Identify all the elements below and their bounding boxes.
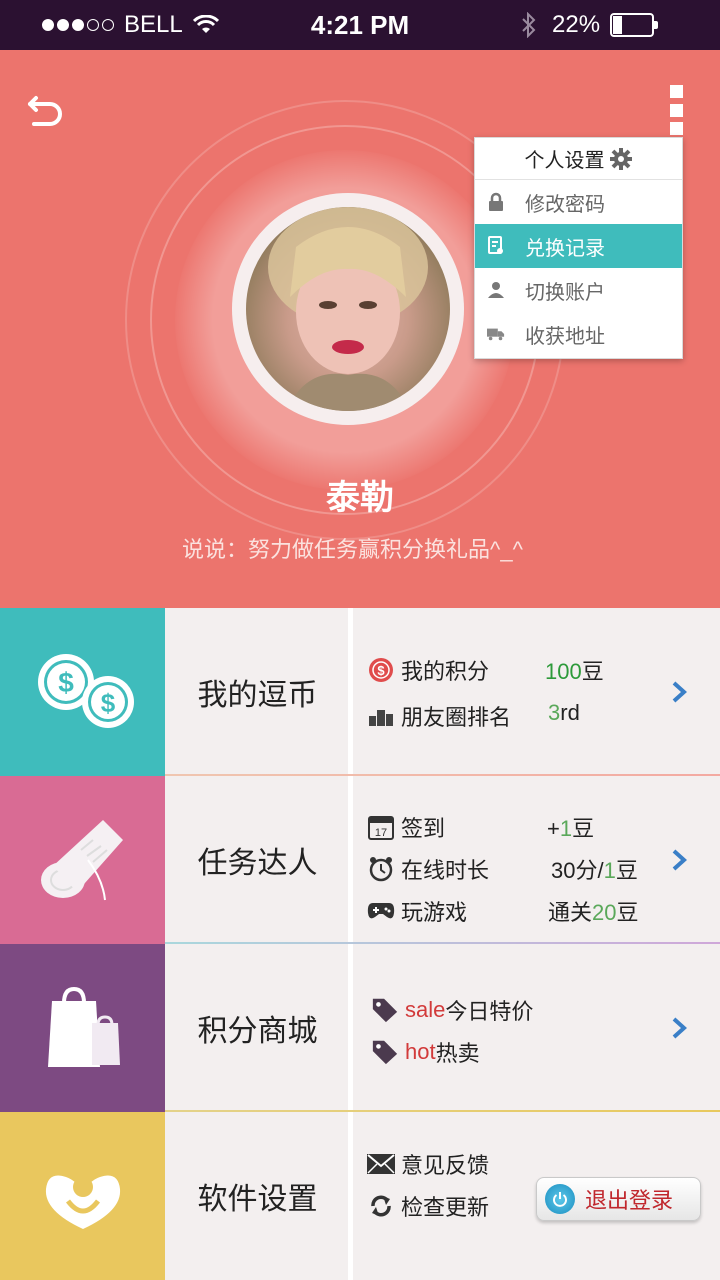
mall-title[interactable]: 积分商城 — [165, 944, 350, 1112]
heart-leaf-icon — [45, 1175, 120, 1229]
user-motto: 说说：努力做任务赢积分换礼品^_^ — [182, 537, 523, 562]
calendar-icon: 17 — [367, 814, 395, 840]
power-icon — [545, 1184, 575, 1214]
gear-icon — [609, 147, 632, 170]
menu-item-shipping-address[interactable]: 收获地址 — [475, 312, 682, 356]
tasks-tile[interactable] — [0, 776, 165, 944]
row-settings: 软件设置 意见反馈 检查更新 退出登录 — [0, 1112, 720, 1280]
svg-text:$: $ — [377, 663, 385, 678]
lock-icon — [487, 192, 505, 212]
dropdown-title: 个人设置 — [524, 150, 605, 172]
svg-text:$: $ — [100, 688, 115, 718]
record-icon — [487, 236, 505, 256]
price-tag-icon — [371, 997, 399, 1023]
more-vertical-icon[interactable] — [670, 85, 686, 135]
chevron-right-icon[interactable] — [669, 680, 689, 704]
shopping-bag-icon — [47, 986, 120, 1067]
chevron-right-icon[interactable] — [669, 848, 689, 872]
bluetooth-icon — [522, 12, 536, 38]
username: 泰勒 — [326, 479, 394, 517]
tasks-title[interactable]: 任务达人 — [165, 776, 350, 944]
chevron-right-icon[interactable] — [669, 1016, 689, 1040]
dollar-badge-icon: $ — [367, 657, 395, 683]
battery-icon — [610, 13, 658, 37]
coins-info[interactable]: $ 我的积分 100豆 朋友圈排名 3rd — [353, 608, 720, 776]
points-value: 100豆 — [545, 659, 604, 684]
svg-text:$: $ — [58, 667, 74, 698]
price-tag-icon — [371, 1039, 399, 1065]
row-my-coins: $ $ 我的逗币 $ 我的积分 100豆 朋友圈排名 3rd — [0, 608, 720, 776]
settings-info: 意见反馈 检查更新 退出登录 — [353, 1112, 720, 1280]
mall-tile[interactable] — [0, 944, 165, 1112]
online-value: 30分/1豆 — [551, 858, 638, 883]
hot-line: hot 热卖 — [371, 1036, 480, 1068]
user-icon — [487, 280, 505, 300]
truck-icon — [487, 324, 505, 344]
tasks-info[interactable]: 17 签到 +1豆 在线时长 30分/1豆 玩游戏 通关20豆 — [353, 776, 720, 944]
mail-icon — [367, 1151, 395, 1177]
battery-percent: 22% — [552, 11, 601, 38]
game-line: 玩游戏 — [367, 895, 467, 927]
svg-text:17: 17 — [375, 827, 387, 839]
coins-tile[interactable]: $ $ — [0, 608, 165, 776]
podium-icon — [367, 703, 395, 729]
status-bar: BELL 4:21 PM 22% — [0, 0, 720, 50]
game-value: 通关20豆 — [548, 900, 639, 925]
menu-item-switch-account[interactable]: 切换账户 — [475, 268, 682, 312]
checkin-value: +1豆 — [547, 816, 595, 841]
row-tasks: 任务达人 17 签到 +1豆 在线时长 30分/1豆 玩游戏 通关20豆 — [0, 776, 720, 944]
check-update-item[interactable]: 检查更新 — [367, 1190, 489, 1222]
rank-value: 3rd — [548, 700, 580, 725]
dropdown-header[interactable]: 个人设置 — [475, 138, 682, 180]
checkin-line: 17 签到 — [367, 811, 445, 843]
sale-line: sale 今日特价 — [371, 994, 533, 1026]
rank-line: 朋友圈排名 — [367, 700, 511, 732]
feedback-item[interactable]: 意见反馈 — [367, 1148, 489, 1180]
menu-item-change-password[interactable]: 修改密码 — [475, 180, 682, 224]
points-line: $ 我的积分 — [367, 654, 489, 686]
back-arrow-icon[interactable] — [26, 90, 66, 130]
alarm-clock-icon — [367, 856, 395, 882]
my-coins-title[interactable]: 我的逗币 — [165, 608, 350, 776]
settings-dropdown: 个人设置 修改密码 兑换记录 切换账户 收获地址 — [474, 137, 683, 359]
row-points-mall: 积分商城 sale 今日特价 hot 热卖 — [0, 944, 720, 1112]
mall-info[interactable]: sale 今日特价 hot 热卖 — [353, 944, 720, 1112]
avatar-frame — [232, 193, 464, 425]
coins-icon: $ $ — [37, 654, 134, 728]
gamepad-icon — [367, 898, 395, 924]
menu-item-exchange-record[interactable]: 兑换记录 — [475, 224, 682, 268]
settings-tile[interactable] — [0, 1112, 165, 1280]
avatar[interactable] — [246, 207, 450, 411]
online-line: 在线时长 — [367, 853, 489, 885]
logout-button[interactable]: 退出登录 — [536, 1177, 701, 1221]
settings-title[interactable]: 软件设置 — [165, 1112, 350, 1280]
scroll-icon — [40, 820, 123, 901]
refresh-icon — [367, 1193, 395, 1219]
